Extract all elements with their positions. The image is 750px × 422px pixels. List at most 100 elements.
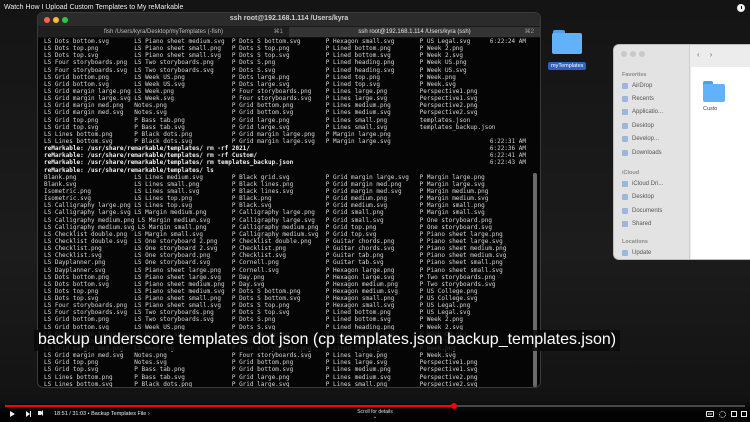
sidebar-item-airdrop[interactable]: AirDrop	[622, 83, 652, 89]
captions-icon[interactable]: cc	[706, 411, 714, 417]
sidebar-item-shared[interactable]: Shared	[622, 221, 651, 227]
timestamp: 6:22:31 AM	[489, 137, 526, 145]
fullscreen-icon[interactable]	[741, 411, 747, 417]
sidebar-item-recents[interactable]: Recents	[622, 96, 654, 102]
terminal-output-line: LS Grid margin med.svg Notes.png P Four …	[44, 352, 456, 360]
desktop-icon	[622, 123, 628, 129]
terminal-output-line: LS Lines bottom.svg P Black dots.png P G…	[44, 380, 478, 387]
folder-icon	[552, 30, 582, 54]
theater-mode-icon[interactable]	[731, 411, 737, 417]
terminal-tab-fish[interactable]: fish /Users/kyra/Desktop/myTemplates (-f…	[38, 27, 289, 37]
chevron-down-icon: ⌄	[372, 414, 378, 420]
terminal-output-line: LS Grid top.png P Bass tab.png P Grid la…	[44, 116, 471, 124]
desktop-folder-mytemplates[interactable]: myTemplates	[548, 30, 587, 72]
terminal-output-line: LS Dots top.svg LS Piano sheet small.png…	[44, 295, 478, 303]
terminal-output-line: LS Checklist double.png LS Margin small.…	[44, 230, 503, 238]
finder-window[interactable]: Favorites AirDrop Recents Applicatio... …	[613, 44, 750, 260]
airdrop-icon	[622, 83, 628, 89]
terminal-output-line: LS Calligraphy medium.png LS Margin medi…	[44, 216, 492, 224]
sidebar-item-icloud-drive[interactable]: iCloud Dri...	[622, 181, 663, 187]
terminal-output-line: LS Four storyboards.png LS Piano sheet s…	[44, 302, 471, 310]
disk-icon	[622, 250, 628, 256]
video-title[interactable]: Watch How I Upload Custom Templates to M…	[4, 4, 183, 11]
gear-icon[interactable]	[719, 411, 726, 418]
folder-label: myTemplates	[548, 62, 587, 70]
watch-later-icon[interactable]	[737, 4, 745, 12]
terminal-output-line: LS Four storyboards.svg LS Two storyboar…	[44, 309, 471, 317]
folder-name: Custo	[703, 106, 718, 112]
sidebar-item-icloud-desktop[interactable]: Desktop	[622, 194, 654, 200]
minimize-icon[interactable]	[630, 51, 636, 57]
terminal-output-line: LS Lines bottom.svg P Black dots.svg P G…	[44, 137, 526, 145]
document-icon	[622, 208, 628, 214]
sidebar-item-update[interactable]: Update	[622, 250, 651, 256]
terminal-output-line: Blank.png LS Lines medium.svg P Black gr…	[44, 173, 485, 181]
terminal-output-line: LS Grid bottom.png LS Week US.png P Dots…	[44, 73, 456, 81]
video-caption: backup underscore templates dot json (cp…	[34, 330, 621, 351]
progress-bar[interactable]	[5, 403, 745, 409]
terminal-output-line: LS Dots bottom.svg LS Piano sheet medium…	[44, 280, 496, 288]
download-icon	[622, 150, 628, 156]
sidebar-heading-favorites: Favorites	[622, 72, 647, 78]
terminal-prompt-line: reMarkable: /usr/share/remarkable/templa…	[44, 159, 526, 167]
scroll-for-details[interactable]: Scroll for details ⌄	[330, 409, 420, 420]
desktop-icon	[622, 194, 628, 200]
zoom-icon[interactable]	[639, 51, 645, 57]
terminal-output-line: LS Lines bottom.png P Black dots.png P G…	[44, 130, 391, 138]
sidebar-item-developer[interactable]: Develop...	[622, 136, 659, 142]
terminal-output-line: LS Grid margin large.png LS Week.png P F…	[44, 87, 478, 95]
chapter-title[interactable]: Backup Templates File	[91, 411, 146, 417]
close-icon[interactable]	[621, 51, 627, 57]
sidebar-item-downloads[interactable]: Downloads	[622, 150, 662, 156]
tab-label: ssh root@192.168.1.114 /Users/kyra (ssh)	[358, 29, 471, 35]
terminal-output-line: LS Grid top.png Notes.svg P Grid bottom.…	[44, 359, 478, 367]
terminal-output-line: LS Dayplanner.png LS One storyboard.svg …	[44, 259, 503, 267]
terminal-titlebar[interactable]: ssh root@192.168.1.114 /Users/kyra	[38, 13, 540, 27]
folder-icon	[622, 136, 628, 142]
terminal-scrollbar[interactable]	[533, 173, 537, 387]
terminal-output-line: LS Grid top.svg P Bass tab.png P Grid bo…	[44, 366, 478, 374]
finder-nav-buttons: ‹ ›	[697, 50, 722, 59]
terminal-output-line: LS Grid margin med.png Notes.png P Grid …	[44, 102, 478, 110]
terminal-output-line: LS Calligraphy medium.svg LS Margin smal…	[44, 223, 492, 231]
terminal-output-line: LS Dots top.svg LS Piano sheet small.svg…	[44, 52, 464, 60]
terminal-output-line: LS Four storyboards.png LS Two storyboar…	[44, 59, 467, 67]
timestamp: 6:22:24 AM	[489, 38, 526, 45]
forward-icon[interactable]: ›	[710, 50, 713, 59]
tab-shortcut: ⌘2	[524, 29, 534, 35]
terminal-output-line: LS Dots bottom.svg LS Piano sheet medium…	[44, 38, 526, 45]
cloud-icon	[622, 181, 628, 187]
terminal-title: ssh root@192.168.1.114 /Users/kyra	[229, 15, 349, 22]
terminal-prompt-line: reMarkable: /usr/share/remarkable/templa…	[44, 166, 214, 174]
terminal-output-line: LS Checklist.svg LS One storyboard.png P…	[44, 252, 507, 260]
terminal-output-line: LS Checklist double.svg LS One storyboar…	[44, 237, 503, 245]
terminal-output-line: LS Checklist.png LS One storyboard 2.svg…	[44, 245, 507, 253]
timestamp: 6:22:41 AM	[489, 152, 526, 160]
sidebar-heading-locations: Locations	[622, 239, 648, 245]
tab-label: fish /Users/kyra/Desktop/myTemplates (-f…	[103, 29, 224, 35]
terminal-tab-ssh[interactable]: ssh root@192.168.1.114 /Users/kyra (ssh)…	[289, 27, 540, 37]
terminal-output-line: Blank.svg LS Lines small.png P Black lin…	[44, 180, 485, 188]
terminal-output-line: LS Four storyboards.svg LS Two storyboar…	[44, 66, 467, 74]
terminal-output-line: LS Grid margin large.svg LS Week.svg P F…	[44, 95, 478, 103]
finder-content[interactable]: Custo	[691, 67, 750, 259]
sidebar-item-documents[interactable]: Documents	[622, 208, 662, 214]
tab-shortcut: ⌘1	[273, 29, 283, 35]
terminal-output-line: Isometric.png LS Lines small.svg P Black…	[44, 187, 489, 195]
sidebar-item-desktop[interactable]: Desktop	[622, 123, 654, 129]
time-display: 18:51 / 31:03 • Backup Templates File ›	[54, 411, 150, 417]
timestamp: 6:22:43 AM	[489, 159, 526, 167]
sidebar-item-applications[interactable]: Applicatio...	[622, 109, 663, 115]
timestamp: 6:22:36 AM	[489, 145, 526, 153]
play-icon[interactable]	[10, 411, 15, 417]
terminal-output-line: LS Calligraphy large.svg LS Margin mediu…	[44, 209, 485, 217]
shared-folder-icon	[622, 221, 628, 227]
terminal-output-line: LS Calligraphy large.png LS Lines top.sv…	[44, 202, 485, 210]
terminal-output-line: LS Grid bottom.png LS Two storyboards.sv…	[44, 316, 464, 324]
back-icon[interactable]: ‹	[697, 50, 700, 59]
applications-icon	[622, 109, 628, 115]
volume-icon[interactable]	[38, 409, 43, 416]
terminal-output-line: LS Dots top.png LS Piano sheet small.png…	[44, 45, 464, 53]
terminal-output-line: LS Lines bottom.png P Bass tab.svg P Gri…	[44, 373, 478, 381]
next-icon[interactable]	[26, 411, 31, 417]
